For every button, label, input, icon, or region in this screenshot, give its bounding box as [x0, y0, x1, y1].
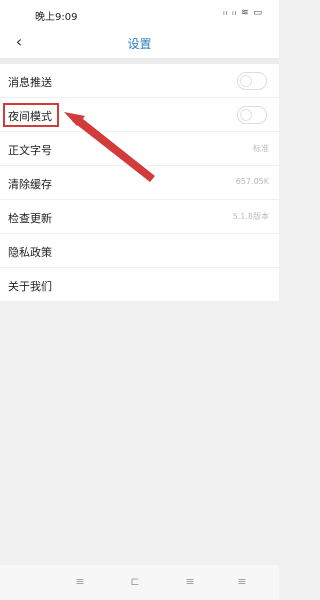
setting-label: 消息推送	[8, 76, 52, 89]
setting-item-check-update[interactable]: 检查更新 5.1.8版本	[0, 200, 279, 234]
setting-item-font-size[interactable]: 正文字号 标准	[0, 132, 279, 166]
setting-item-clear-cache[interactable]: 清除缓存 657.05K	[0, 166, 279, 200]
setting-label: 隐私政策	[8, 246, 52, 259]
setting-label: 正文字号	[8, 144, 52, 157]
back-key-icon[interactable]: ≡	[232, 575, 252, 588]
menu-key-icon-2[interactable]: ≡	[180, 575, 200, 588]
settings-list: 消息推送 夜间模式 正文字号 标准 清除缓存 657.05K 检查更新 5.1.…	[0, 64, 279, 302]
setting-item-about-us[interactable]: 关于我们	[0, 268, 279, 302]
setting-label: 检查更新	[8, 212, 52, 225]
status-time: 晚上9:09	[35, 12, 78, 23]
nav-bar: ‹ 设置	[0, 28, 279, 58]
home-key-icon[interactable]: ⊏	[125, 575, 145, 588]
status-bar: 晚上9:09 ᵢₗ ᵢₗ ≋ ▭	[0, 0, 279, 28]
setting-label: 关于我们	[8, 280, 52, 293]
setting-value: 5.1.8版本	[232, 212, 269, 221]
page-title: 设置	[127, 37, 152, 51]
setting-item-message-push[interactable]: 消息推送	[0, 64, 279, 98]
status-icons: ᵢₗ ᵢₗ ≋ ▭	[223, 8, 263, 18]
night-mode-toggle[interactable]	[237, 106, 267, 124]
toggle-knob	[240, 75, 252, 87]
setting-label: 清除缓存	[8, 178, 52, 191]
setting-item-privacy-policy[interactable]: 隐私政策	[0, 234, 279, 268]
annotation-highlight-box	[3, 103, 59, 127]
toggle-knob	[240, 109, 252, 121]
menu-key-icon[interactable]: ≡	[70, 575, 90, 588]
setting-value: 657.05K	[235, 177, 269, 186]
system-nav-bar: ≡ ⊏ ≡ ≡	[0, 565, 279, 600]
setting-value: 标准	[253, 144, 269, 153]
message-push-toggle[interactable]	[237, 72, 267, 90]
